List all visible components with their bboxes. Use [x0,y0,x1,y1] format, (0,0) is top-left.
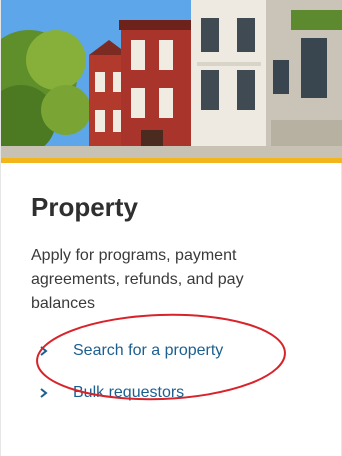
chevron-right-icon [39,346,49,356]
card-links: Search for a property Bulk requestors [39,340,319,424]
bulk-requestors-link-label[interactable]: Bulk requestors [73,384,184,402]
card-description: Apply for programs, payment agreements, … [31,247,244,312]
search-property-link[interactable]: Search for a property [39,340,319,362]
property-card: Property Apply for programs, payment agr… [0,0,342,456]
chevron-right-icon [39,388,49,398]
rowhouse-illustration [1,0,342,158]
card-title: Property [31,192,138,222]
hero-image-rowhouses [1,0,342,158]
accent-bar [1,158,342,163]
bulk-requestors-link[interactable]: Bulk requestors [39,382,319,404]
search-property-link-label[interactable]: Search for a property [73,342,223,360]
